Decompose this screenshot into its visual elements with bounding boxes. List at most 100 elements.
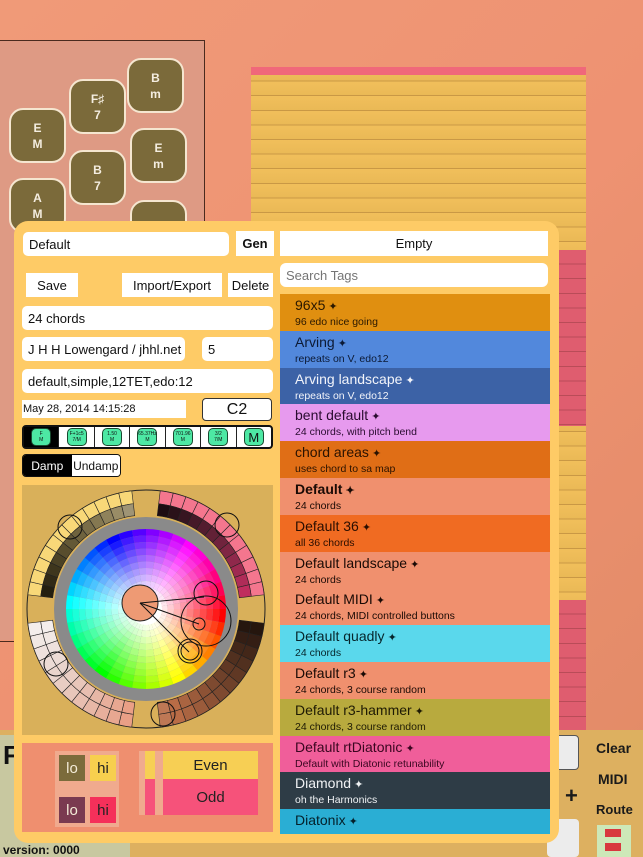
hue-cell xyxy=(133,674,146,683)
description-field[interactable]: 24 chords xyxy=(22,306,273,330)
preset-title-text: Default MIDI xyxy=(295,591,373,608)
label-mode-option[interactable]: M xyxy=(237,427,271,447)
hue-cell xyxy=(137,561,146,569)
preset-list-item[interactable]: Default r3 ✦ 24 chords, 3 course random xyxy=(280,661,550,699)
preset-list-item[interactable]: Default ✦ 24 chords xyxy=(280,477,550,515)
chord-button[interactable]: EM xyxy=(9,108,66,163)
label-mode-option[interactable]: 3/2 7/M xyxy=(201,427,237,447)
delete-button[interactable]: Delete xyxy=(228,273,273,297)
label-mode-chip: 701.96 M xyxy=(172,428,193,446)
midi-route-icon[interactable] xyxy=(597,825,631,857)
preset-list-item[interactable]: bent default ✦ 24 chords, with pitch bend xyxy=(280,404,550,442)
label-mode-chip: 3/2 7/M xyxy=(208,428,229,446)
chord-button[interactable]: B7 xyxy=(69,150,126,205)
preset-subtitle: 24 chords, with pitch bend xyxy=(295,426,417,439)
preset-list-item[interactable]: Diatonix ✦ xyxy=(280,809,550,834)
preset-subtitle: repeats on V, edo12 xyxy=(295,352,389,365)
odd-lo-swatch[interactable]: lo xyxy=(59,797,85,823)
even-row[interactable]: Even xyxy=(163,751,258,779)
label-mode-option[interactable]: 65.37Hz M xyxy=(130,427,166,447)
preset-list-item[interactable]: Default landscape ✦ 24 chords xyxy=(280,551,550,589)
chord-button[interactable]: F♯ 7 xyxy=(69,79,126,134)
preset-subtitle: 24 chords, MIDI controlled buttons xyxy=(295,610,455,623)
preset-list-item[interactable]: Arving landscape ✦ repeats on V, edo12 xyxy=(280,367,550,405)
gen-button[interactable]: Gen xyxy=(236,231,274,256)
label-mode-selector: F M F+1c5 7/M 1.50 M 65.37Hz M 701.96 M 3/2 7/M M xyxy=(22,425,273,449)
even-lo-swatch[interactable]: lo xyxy=(59,755,85,781)
hue-cell xyxy=(105,609,113,617)
preset-title-text: Default rtDiatonic xyxy=(295,738,403,755)
preset-subtitle: uses chord to sa map xyxy=(295,463,396,476)
hue-cell xyxy=(146,542,158,550)
chord-button[interactable]: Bm xyxy=(127,58,184,113)
preset-title: chord areas ✦ xyxy=(295,444,550,463)
preset-list-item[interactable]: Diamond ✦ oh the Harmonics xyxy=(280,772,550,810)
hue-cell xyxy=(135,548,146,556)
preset-list-item[interactable]: Default 36 ✦ all 36 chords xyxy=(280,514,550,552)
number-field[interactable]: 5 xyxy=(202,337,273,361)
preset-list-item[interactable]: Arving ✦ repeats on V, edo12 xyxy=(280,330,550,368)
preset-list-item[interactable]: Default rtDiatonic ✦ Default with Diatoni… xyxy=(280,735,550,773)
odd-row[interactable]: Odd xyxy=(163,779,258,815)
star-icon: ✦ xyxy=(325,301,338,313)
label-mode-option[interactable]: F+1c5 7/M xyxy=(59,427,95,447)
tags-field[interactable]: default,simple,12TET,edo:12 xyxy=(22,369,273,393)
tags-value: default,simple,12TET,edo:12 xyxy=(28,373,193,389)
label-mode-option[interactable]: 701.96 M xyxy=(166,427,202,447)
odd-hi-swatch[interactable]: hi xyxy=(90,797,116,823)
star-icon: ✦ xyxy=(342,484,355,497)
hue-cell xyxy=(134,668,146,676)
base-note-button[interactable]: C2 xyxy=(202,398,272,421)
star-icon: ✦ xyxy=(345,816,358,829)
preset-title: Diamond ✦ xyxy=(295,775,550,794)
undamp-option[interactable]: Undamp xyxy=(71,455,120,476)
hue-cell xyxy=(134,542,146,550)
chord-root: B xyxy=(93,162,102,177)
preset-title-text: Default r3-hammer xyxy=(295,701,412,718)
chord-quality: m xyxy=(150,86,161,101)
lo-hi-panel: lo hi lo hi Even Odd xyxy=(22,743,273,832)
empty-button[interactable]: Empty xyxy=(280,231,548,256)
label-mode-option[interactable]: FM xyxy=(24,427,60,447)
preset-title: Default MIDI ✦ xyxy=(295,591,550,610)
preset-name-field[interactable]: Default xyxy=(23,232,229,256)
hue-cell xyxy=(146,642,154,650)
ruled-pad-header xyxy=(251,67,586,75)
search-tags-input[interactable] xyxy=(280,263,548,287)
preset-list-item[interactable]: Default quadly ✦ 24 chords xyxy=(280,625,550,662)
author-field[interactable]: J H H Lowengard / jhhl.net xyxy=(22,337,185,361)
preset-title: Default rtDiatonic ✦ xyxy=(295,739,550,758)
damp-toggle: Damp Undamp xyxy=(22,454,121,477)
hue-cell xyxy=(138,642,146,650)
save-button[interactable]: Save xyxy=(26,273,78,297)
label-mode-option[interactable]: 1.50 M xyxy=(95,427,131,447)
plus-button[interactable]: + xyxy=(565,783,578,809)
import-export-button[interactable]: Import/Export xyxy=(122,273,222,297)
star-icon: ✦ xyxy=(384,632,397,645)
hue-cell xyxy=(132,681,146,689)
clear-button[interactable]: Clear xyxy=(596,740,631,756)
even-odd-preview: Even Odd xyxy=(139,751,258,815)
hue-cell xyxy=(192,609,200,619)
route-button[interactable]: Route xyxy=(596,802,633,817)
preset-list-item[interactable]: 96x5 ✦ 96 edo nice going xyxy=(280,294,550,331)
preset-list-item[interactable]: Default MIDI ✦ 24 chords, MIDI controlled… xyxy=(280,588,550,626)
damp-option[interactable]: Damp xyxy=(23,455,72,476)
chord-button[interactable]: Em xyxy=(130,128,187,183)
preset-title: Default landscape ✦ xyxy=(295,555,550,574)
color-wheel[interactable] xyxy=(22,485,273,735)
date-field: May 28, 2014 14:15:28 xyxy=(22,400,186,418)
hue-cell xyxy=(79,597,87,609)
preset-list-item[interactable]: Default r3-hammer ✦ 24 chords, 3 course r… xyxy=(280,698,550,736)
hue-cell xyxy=(146,649,155,657)
even-hi-swatch[interactable]: hi xyxy=(90,755,116,781)
hue-cell xyxy=(146,662,157,670)
preset-title: Arving landscape ✦ xyxy=(295,371,550,390)
preset-title: 96x5 ✦ xyxy=(295,297,550,316)
hue-cell xyxy=(146,555,156,563)
number-value: 5 xyxy=(208,341,216,357)
hue-cell xyxy=(98,600,106,609)
preset-title-text: Diatonix xyxy=(295,812,346,829)
preset-list-item[interactable]: chord areas ✦ uses chord to sa map xyxy=(280,441,550,478)
hue-cell xyxy=(146,655,156,663)
